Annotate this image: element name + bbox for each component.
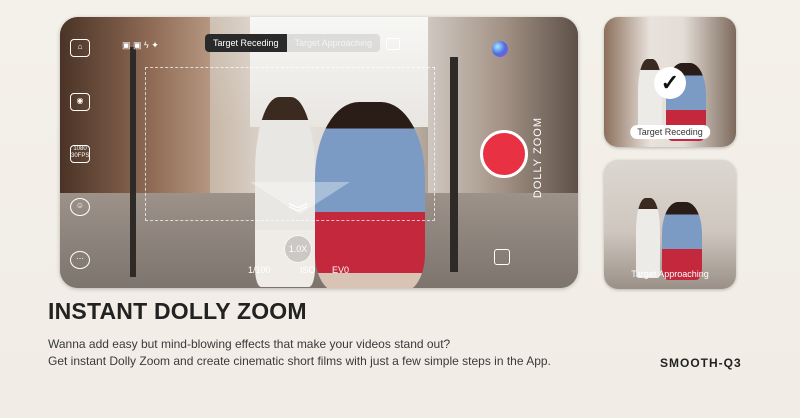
shutter-readout[interactable]: 1/100 bbox=[248, 265, 271, 275]
face-track-icon[interactable]: ☺ bbox=[70, 198, 90, 216]
preview-pole bbox=[450, 57, 458, 272]
page-title: INSTANT DOLLY ZOOM bbox=[48, 298, 307, 324]
status-icons: ▣ ▣ ϟ ✦ bbox=[122, 40, 159, 50]
resolution-icon[interactable]: 1080 30FPS bbox=[70, 145, 90, 163]
ev-readout[interactable]: EV0 bbox=[332, 265, 349, 275]
chevron-down-icon: ︾ bbox=[288, 203, 308, 225]
thumbnail-target-receding[interactable]: ✓ Target Receding bbox=[604, 17, 736, 147]
iso-readout[interactable]: ISO bbox=[300, 265, 316, 275]
brand-logo: SMOOTH-Q3 bbox=[660, 356, 742, 370]
camera-switch-icon[interactable]: ◉ bbox=[70, 93, 90, 111]
preview-pole bbox=[130, 47, 136, 277]
zoom-level-button[interactable]: 1.0X bbox=[284, 235, 312, 263]
tab-target-receding[interactable]: Target Receding bbox=[205, 34, 287, 52]
description-line: Get instant Dolly Zoom and create cinema… bbox=[48, 354, 551, 368]
thumbnail-label: Target Receding bbox=[630, 125, 710, 139]
camera-preview: ︾ Target Receding Target Approaching ▣ ▣… bbox=[60, 17, 578, 288]
gallery-icon[interactable] bbox=[494, 249, 510, 265]
gimbal-orb-icon[interactable] bbox=[492, 41, 508, 57]
thumbnail-label: Target Approaching bbox=[631, 269, 709, 279]
dolly-zoom-label: DOLLY ZOOM bbox=[532, 117, 544, 199]
home-icon[interactable]: ⌂ bbox=[70, 39, 90, 57]
tab-target-approaching[interactable]: Target Approaching bbox=[286, 34, 381, 52]
thumb-subject-man bbox=[636, 198, 660, 278]
check-icon: ✓ bbox=[654, 67, 686, 99]
mode-switch[interactable]: Target Receding Target Approaching bbox=[205, 34, 381, 52]
record-button[interactable] bbox=[480, 130, 528, 178]
description: Wanna add easy but mind-blowing effects … bbox=[48, 336, 551, 370]
more-icon[interactable]: ⋯ bbox=[70, 251, 90, 269]
guide-book-icon[interactable] bbox=[386, 38, 400, 50]
description-line: Wanna add easy but mind-blowing effects … bbox=[48, 337, 451, 351]
thumbnail-target-approaching[interactable]: Target Approaching bbox=[604, 160, 736, 289]
